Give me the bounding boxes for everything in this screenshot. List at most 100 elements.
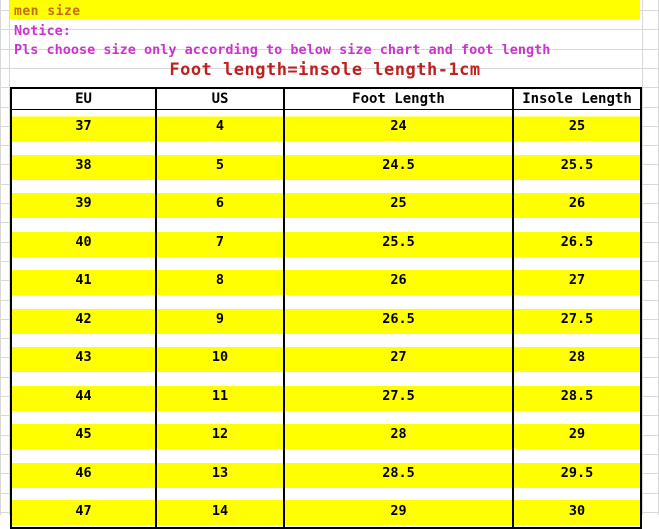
cell-text-us: 8	[215, 272, 225, 288]
cell-us: 8	[155, 264, 285, 303]
cell-eu: 40	[10, 225, 157, 264]
cell-text-eu: 45	[75, 426, 92, 442]
cell-insole-length: 28	[512, 341, 642, 380]
notice-text-label: Pls choose size only according to below …	[14, 42, 551, 58]
cell-text-insole-length: 27.5	[560, 310, 594, 327]
cell-us: 14	[155, 495, 285, 529]
notice-heading-label: Notice:	[14, 23, 71, 39]
cell-insole-length: 29	[512, 418, 642, 457]
cell-text-insole-length: 27	[568, 272, 586, 288]
table-row: 43 10 27 28	[10, 341, 642, 380]
cell-eu: 45	[10, 418, 157, 457]
cell-text-foot-length: 27.5	[382, 387, 415, 404]
cell-text-us: 14	[211, 503, 229, 519]
cell-insole-length: 29.5	[512, 456, 642, 495]
cell-foot-length: 27.5	[283, 379, 514, 418]
cell-text-eu: 47	[75, 503, 92, 519]
notice-heading-row: Notice:	[10, 20, 640, 39]
cell-foot-length: 25	[283, 187, 514, 226]
cell-foot-length: 28.5	[283, 456, 514, 495]
cell-us: 7	[155, 225, 285, 264]
cell-foot-length: 24	[283, 109, 514, 149]
cell-text-foot-length: 25.5	[382, 233, 415, 250]
notice-text-row: Pls choose size only according to below …	[10, 39, 640, 58]
formula-row: Foot length=insole length-1cm	[10, 58, 640, 82]
cell-text-foot-length: 28.5	[382, 464, 415, 481]
table-row: 38 5 24.5 25.5	[10, 148, 642, 187]
formula-label: Foot length=insole length-1cm	[169, 60, 481, 80]
cell-text-insole-length: 29	[568, 426, 586, 442]
cell-text-us: 11	[211, 387, 229, 404]
cell-text-us: 7	[215, 233, 225, 250]
cell-text-insole-length: 25.5	[560, 156, 594, 173]
cell-foot-length: 26.5	[283, 302, 514, 341]
table-row: 41 8 26 27	[10, 264, 642, 303]
table-row: 40 7 25.5 26.5	[10, 225, 642, 264]
cell-eu: 42	[10, 302, 157, 341]
cell-insole-length: 25	[512, 109, 642, 149]
table-row: 45 12 28 29	[10, 418, 642, 457]
cell-us: 4	[155, 109, 285, 149]
cell-text-foot-length: 24.5	[382, 156, 415, 173]
cell-text-us: 4	[215, 118, 225, 134]
cell-text-foot-length: 26.5	[382, 310, 415, 327]
cell-us: 5	[155, 148, 285, 187]
cell-text-foot-length: 27	[390, 349, 407, 365]
men-size-banner: men size	[10, 0, 640, 19]
cell-text-insole-length: 28.5	[560, 387, 594, 404]
header-zone: men size Notice: Pls choose size only ac…	[10, 0, 640, 82]
cell-eu: 43	[10, 341, 157, 380]
cell-insole-length: 30	[512, 495, 642, 529]
cell-text-foot-length: 25	[390, 195, 407, 211]
cell-insole-length: 25.5	[512, 148, 642, 187]
cell-text-eu: 38	[75, 156, 92, 173]
cell-text-us: 12	[211, 426, 229, 442]
cell-text-us: 10	[211, 349, 229, 365]
cell-insole-length: 27.5	[512, 302, 642, 341]
cell-text-insole-length: 29.5	[560, 464, 594, 481]
cell-foot-length: 26	[283, 264, 514, 303]
cell-us: 6	[155, 187, 285, 226]
size-chart-table: EU US Foot Length Insole Length 37 4 24 25 3…	[10, 87, 642, 529]
cell-foot-length: 24.5	[283, 148, 514, 187]
cell-us: 13	[155, 456, 285, 495]
cell-eu: 47	[10, 495, 157, 529]
cell-us: 10	[155, 341, 285, 380]
cell-text-eu: 44	[75, 387, 92, 404]
cell-eu: 37	[10, 109, 157, 149]
cell-text-us: 13	[211, 464, 229, 481]
cell-eu: 41	[10, 264, 157, 303]
cell-text-eu: 40	[75, 233, 92, 250]
cell-eu: 44	[10, 379, 157, 418]
cell-insole-length: 26.5	[512, 225, 642, 264]
cell-foot-length: 29	[283, 495, 514, 529]
cell-foot-length: 25.5	[283, 225, 514, 264]
cell-text-us: 9	[215, 310, 225, 327]
cell-text-insole-length: 30	[568, 503, 586, 519]
cell-text-foot-length: 24	[390, 118, 407, 134]
cell-text-insole-length: 28	[568, 349, 586, 365]
cell-text-eu: 46	[75, 464, 92, 481]
cell-insole-length: 26	[512, 187, 642, 226]
table-row: 37 4 24 25	[10, 109, 642, 149]
men-size-banner-label: men size	[14, 4, 81, 19]
cell-foot-length: 27	[283, 341, 514, 380]
cell-eu: 46	[10, 456, 157, 495]
cell-text-us: 5	[215, 156, 225, 173]
cell-text-eu: 43	[75, 349, 92, 365]
table-row: 39 6 25 26	[10, 187, 642, 226]
cell-text-insole-length: 25	[568, 118, 586, 134]
cell-us: 12	[155, 418, 285, 457]
cell-text-us: 6	[215, 195, 225, 211]
cell-text-foot-length: 28	[390, 426, 407, 442]
cell-insole-length: 27	[512, 264, 642, 303]
cell-eu: 39	[10, 187, 157, 226]
cell-us: 11	[155, 379, 285, 418]
cell-text-foot-length: 29	[390, 503, 407, 519]
cell-text-eu: 39	[75, 195, 92, 211]
cell-eu: 38	[10, 148, 157, 187]
table-body: 37 4 24 25 38 5 24.5 25.5 39 6 25 26 40 7 25.5 26.5 41 8 2…	[10, 109, 642, 529]
cell-us: 9	[155, 302, 285, 341]
cell-text-insole-length: 26.5	[560, 233, 594, 250]
cell-text-eu: 37	[75, 118, 92, 134]
